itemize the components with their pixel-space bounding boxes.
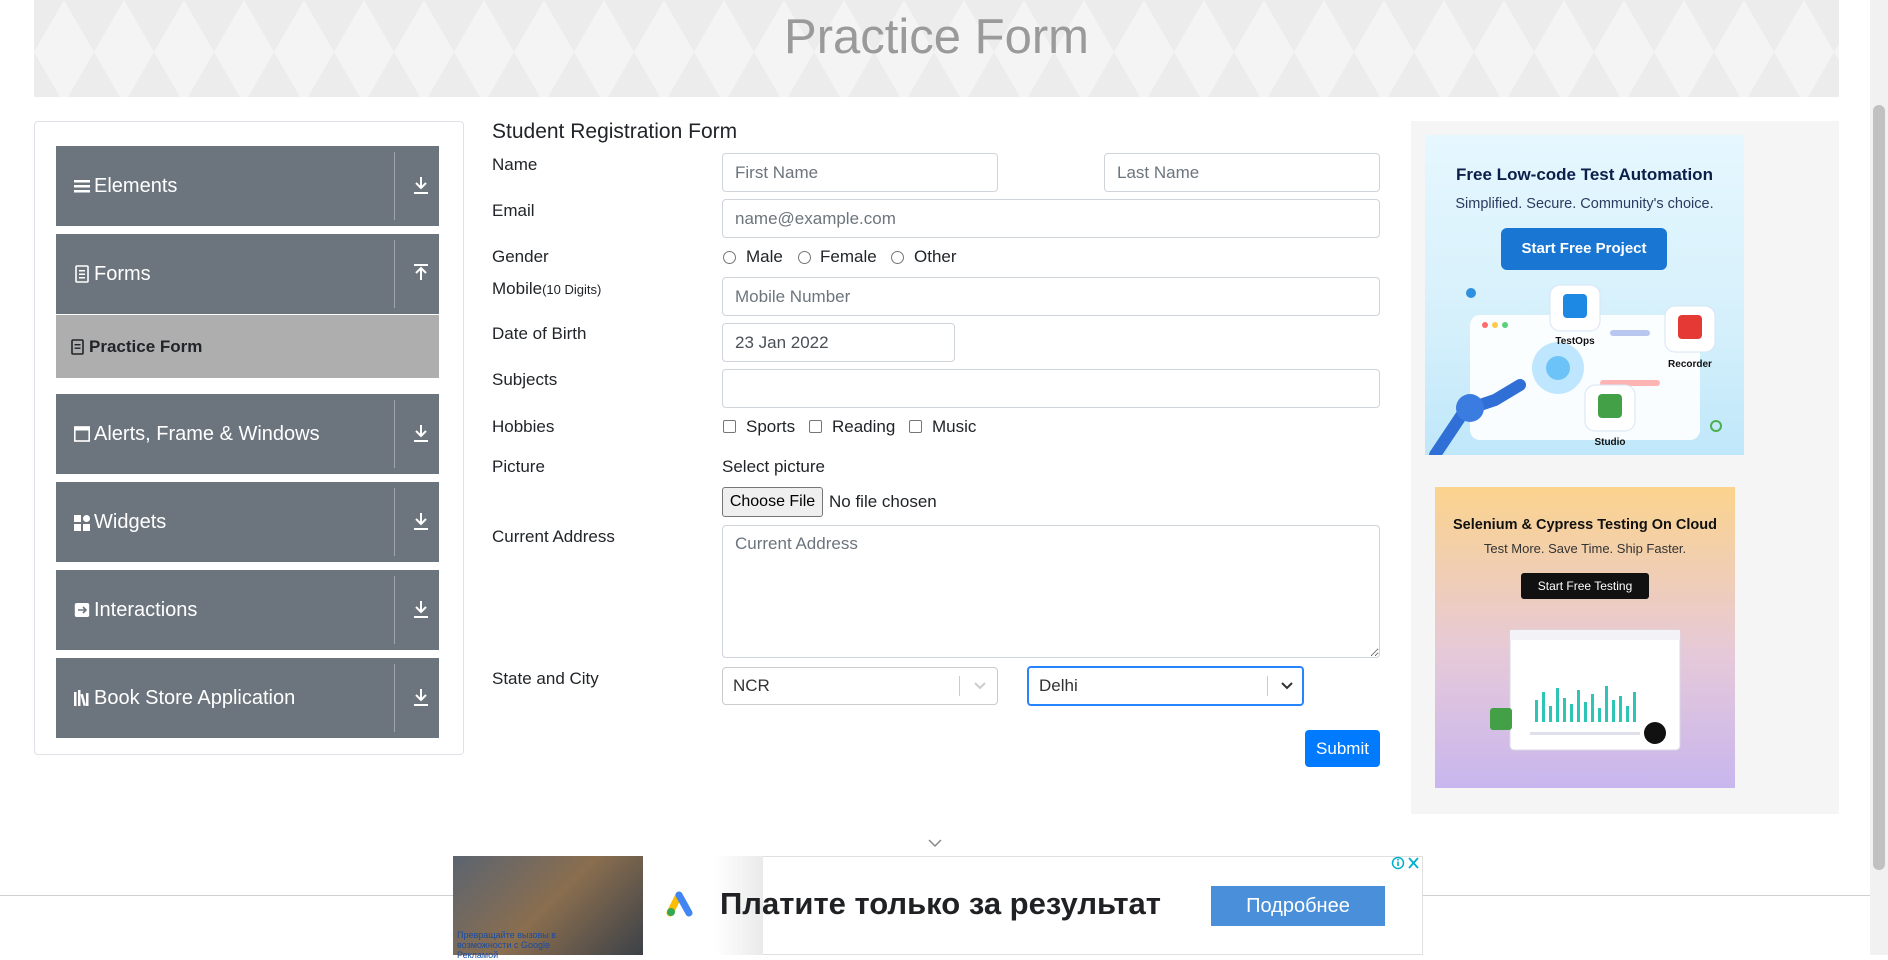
katalon-illustration: TestOps Recorder Studio (1429, 284, 1722, 455)
dob-label: Date of Birth (492, 324, 587, 343)
mobile-hint: (10 Digits) (542, 282, 602, 297)
form-icon (71, 339, 84, 355)
select-separator (1267, 676, 1268, 696)
grid-icon (74, 515, 90, 531)
gender-other-label[interactable]: Other (914, 247, 957, 267)
download-arrow-icon[interactable] (412, 686, 430, 708)
start-free-testing-button[interactable]: Start Free Testing (1521, 573, 1649, 599)
chevron-down-icon[interactable] (973, 680, 987, 692)
document-icon (75, 265, 89, 283)
hobbies-label: Hobbies (492, 417, 555, 436)
subjects-label: Subjects (492, 370, 558, 389)
form-title: Student Registration Form (492, 120, 738, 143)
books-icon (74, 690, 89, 707)
upload-arrow-icon[interactable] (412, 262, 430, 284)
date-of-birth-input[interactable] (722, 323, 955, 362)
first-name-input[interactable] (722, 153, 998, 192)
divider (394, 152, 395, 220)
chevron-down-icon[interactable] (928, 838, 942, 848)
download-arrow-icon[interactable] (412, 174, 430, 196)
download-arrow-icon[interactable] (412, 422, 430, 444)
lambdatest-ad-subtitle: Test More. Save Time. Ship Faster. (1483, 541, 1687, 556)
sidebar-group-alerts[interactable]: Alerts, Frame & Windows (56, 394, 439, 474)
studio-label: Studio (1594, 437, 1625, 448)
city-select[interactable]: Delhi (1027, 666, 1304, 706)
hobby-reading-checkbox[interactable] (809, 420, 822, 433)
gender-label: Gender (492, 247, 549, 266)
current-address-label: Current Address (492, 527, 615, 546)
ad-choices-icon[interactable] (1391, 856, 1421, 870)
email-label: Email (492, 201, 535, 220)
sidebar-group-label: Elements (94, 175, 178, 197)
katalon-ad-subtitle: Simplified. Secure. Community's choice. (1455, 196, 1714, 212)
sidebar-group-widgets[interactable]: Widgets (56, 482, 439, 562)
list-icon (74, 180, 90, 193)
select-separator (959, 676, 960, 696)
sidebar-item-practice-form[interactable]: Practice Form (56, 315, 439, 378)
ad-headline: Платите только за результат (720, 886, 1161, 921)
hobby-sports-checkbox[interactable] (723, 420, 736, 433)
select-picture-label: Select picture (722, 457, 825, 476)
sidebar-group-elements[interactable]: Elements (56, 146, 439, 226)
recorder-label: Recorder (1668, 359, 1712, 370)
gender-female-radio[interactable] (798, 251, 811, 264)
divider (394, 664, 395, 732)
chevron-down-icon[interactable] (1280, 680, 1294, 692)
window-icon (74, 426, 90, 442)
testops-label: TestOps (1555, 336, 1595, 347)
lambdatest-dashboard-illustration (1490, 629, 1681, 751)
last-name-input[interactable] (1104, 153, 1380, 192)
email-input[interactable] (722, 199, 1380, 238)
state-select[interactable]: NCR (722, 667, 998, 705)
gender-male-label[interactable]: Male (746, 247, 783, 267)
lambdatest-ad-title: Selenium & Cypress Testing On Cloud (1453, 517, 1717, 533)
state-city-label: State and City (492, 669, 599, 688)
picture-label: Picture (492, 457, 545, 476)
gender-female-label[interactable]: Female (820, 247, 877, 267)
divider (394, 400, 395, 468)
name-label: Name (492, 155, 538, 174)
gender-other-radio[interactable] (891, 251, 904, 264)
sidebar-group-book-store[interactable]: Book Store Application (56, 658, 439, 738)
city-value: Delhi (1039, 676, 1078, 695)
mobile-input[interactable] (722, 277, 1380, 316)
scrollbar-thumb[interactable] (1873, 105, 1885, 870)
divider (394, 240, 395, 308)
download-arrow-icon[interactable] (412, 598, 430, 620)
hobby-sports-label[interactable]: Sports (746, 417, 795, 437)
sidebar-group-label: Book Store Application (94, 687, 296, 709)
page-title: Practice Form (784, 10, 1089, 64)
interaction-icon (74, 603, 90, 617)
choose-file-button[interactable]: Choose File (722, 487, 823, 517)
sidebar-item-label: Practice Form (89, 337, 203, 356)
divider (394, 576, 395, 644)
gender-male-radio[interactable] (723, 251, 736, 264)
mobile-label: Mobile(10 Digits) (492, 279, 601, 299)
no-file-chosen-text: No file chosen (829, 492, 937, 511)
sidebar-group-label: Alerts, Frame & Windows (94, 423, 320, 445)
hobby-reading-label[interactable]: Reading (832, 417, 895, 437)
ad-learn-more-button[interactable]: Подробнее (1211, 886, 1385, 926)
mobile-label-text: Mobile (492, 279, 543, 298)
sidebar-group-interactions[interactable]: Interactions (56, 570, 439, 650)
sidebar-group-forms[interactable]: Forms (56, 234, 439, 314)
google-ads-logo-icon (666, 891, 693, 917)
divider (394, 488, 395, 556)
submit-button[interactable]: Submit (1305, 730, 1380, 767)
hobby-music-label[interactable]: Music (932, 417, 976, 437)
sidebar-group-label: Widgets (94, 511, 167, 533)
state-value: NCR (733, 676, 770, 695)
current-address-textarea[interactable] (722, 525, 1380, 658)
download-arrow-icon[interactable] (412, 510, 430, 532)
subjects-input[interactable] (722, 369, 1380, 408)
sidebar-group-label: Forms (94, 263, 151, 285)
sidebar-group-label: Interactions (94, 599, 198, 621)
start-free-project-button[interactable]: Start Free Project (1501, 228, 1667, 270)
katalon-ad-title: Free Low-code Test Automation (1456, 165, 1713, 184)
hobby-music-checkbox[interactable] (909, 420, 922, 433)
ad-caption: Превращайте вызовы в возможности с Googl… (457, 930, 557, 960)
